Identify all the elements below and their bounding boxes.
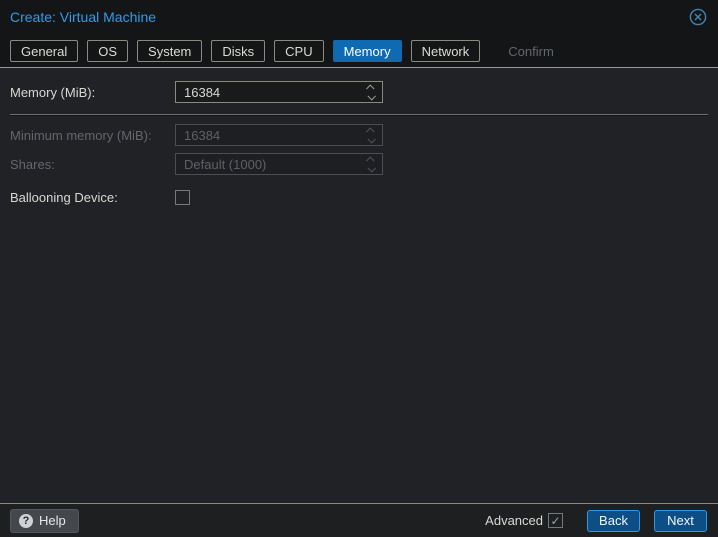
memory-row: Memory (MiB): <box>10 81 708 103</box>
tab-cpu[interactable]: CPU <box>274 40 323 62</box>
shares-spinner-trigger <box>360 154 382 174</box>
close-button[interactable] <box>688 7 708 27</box>
tab-memory[interactable]: Memory <box>333 40 402 62</box>
ballooning-checkbox[interactable] <box>175 190 190 205</box>
memory-spinner-trigger[interactable] <box>360 82 382 102</box>
tab-system[interactable]: System <box>137 40 202 62</box>
ballooning-row: Ballooning Device: <box>10 186 708 208</box>
min-memory-row: Minimum memory (MiB): <box>10 124 708 146</box>
ballooning-label: Ballooning Device: <box>10 190 175 205</box>
min-memory-input <box>176 125 360 145</box>
spinner-up-icon[interactable] <box>366 84 374 92</box>
create-vm-dialog: Create: Virtual Machine General OS Syste… <box>0 0 718 537</box>
help-button[interactable]: ? Help <box>10 509 79 533</box>
tab-confirm: Confirm <box>497 40 565 62</box>
advanced-checkbox[interactable]: ✓ <box>548 513 563 528</box>
memory-label: Memory (MiB): <box>10 85 175 100</box>
memory-panel: Memory (MiB): Minimum memory (MiB): <box>0 68 718 503</box>
next-button[interactable]: Next <box>654 510 707 532</box>
help-icon: ? <box>19 514 33 528</box>
dialog-header: Create: Virtual Machine <box>0 0 718 34</box>
min-memory-spinner <box>175 124 383 146</box>
wizard-tab-bar: General OS System Disks CPU Memory Netwo… <box>0 34 718 68</box>
spinner-down-icon <box>367 164 375 172</box>
tab-network[interactable]: Network <box>411 40 481 62</box>
memory-input[interactable] <box>176 82 360 102</box>
section-separator <box>10 114 708 115</box>
shares-spinner <box>175 153 383 175</box>
spinner-up-icon <box>366 127 374 135</box>
tab-disks[interactable]: Disks <box>211 40 265 62</box>
min-memory-spinner-trigger <box>360 125 382 145</box>
shares-input <box>176 154 360 174</box>
min-memory-label: Minimum memory (MiB): <box>10 128 175 143</box>
shares-label: Shares: <box>10 157 175 172</box>
help-button-label: Help <box>39 513 66 528</box>
spinner-down-icon <box>367 135 375 143</box>
memory-spinner <box>175 81 383 103</box>
checkmark-icon: ✓ <box>550 515 560 527</box>
spinner-up-icon <box>366 156 374 164</box>
dialog-title: Create: Virtual Machine <box>10 9 688 25</box>
advanced-label: Advanced <box>485 513 543 528</box>
tab-general[interactable]: General <box>10 40 78 62</box>
close-icon <box>689 8 707 26</box>
dialog-footer: ? Help Advanced ✓ Back Next <box>0 503 718 537</box>
shares-row: Shares: <box>10 153 708 175</box>
spinner-down-icon[interactable] <box>367 92 375 100</box>
tab-os[interactable]: OS <box>87 40 128 62</box>
back-button[interactable]: Back <box>587 510 640 532</box>
